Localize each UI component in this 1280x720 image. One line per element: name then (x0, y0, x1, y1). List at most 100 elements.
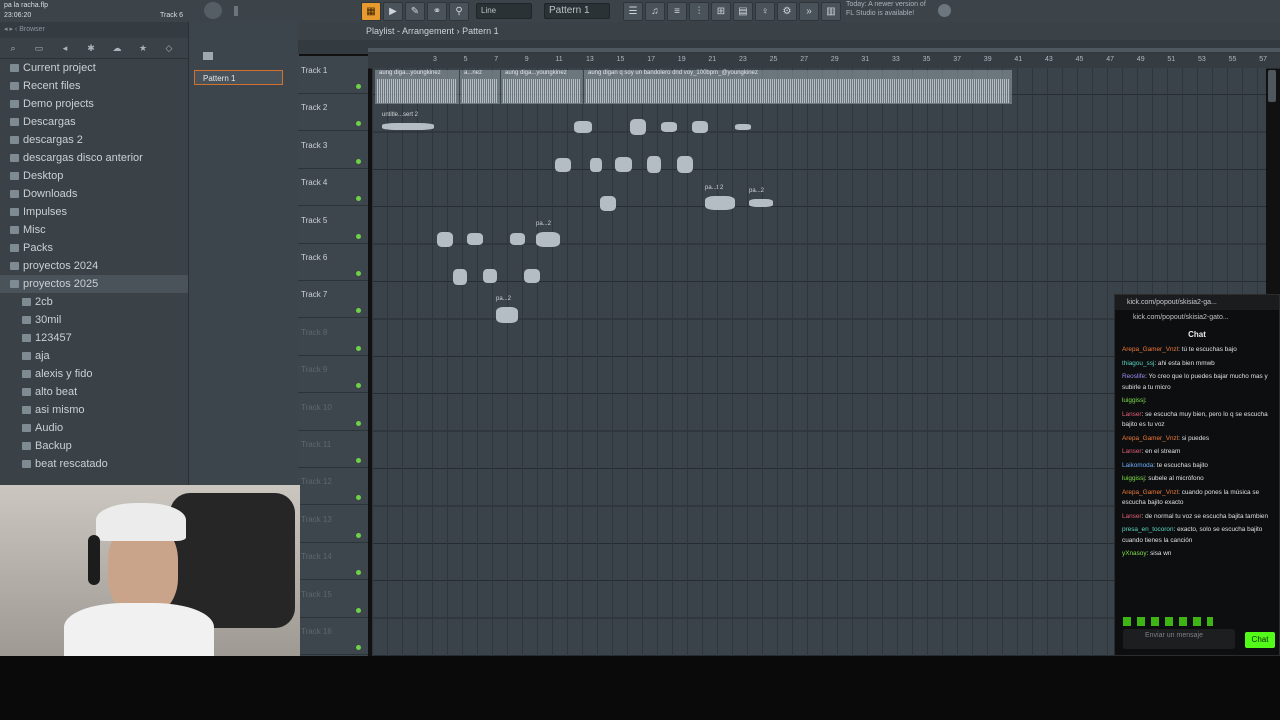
channel-rack-icon[interactable]: ≡ (667, 2, 687, 21)
piano-icon[interactable] (203, 52, 213, 60)
track-header[interactable]: Track 16 (298, 617, 368, 655)
audio-clip[interactable] (510, 233, 525, 245)
audio-clip[interactable]: aung digan q soy un bandolero dnd voy_10… (584, 70, 1012, 104)
audio-clip[interactable] (692, 121, 708, 133)
audio-clip[interactable] (453, 269, 467, 285)
track-mute-led[interactable] (356, 121, 361, 127)
mic-icon[interactable]: ♀ (755, 2, 775, 21)
browser-item[interactable]: proyectos 2025 (0, 275, 188, 293)
audio-clip[interactable]: pa...t 2 (705, 185, 735, 210)
tag-icon[interactable]: ◇ (161, 41, 177, 55)
track-mute-led[interactable] (356, 420, 361, 426)
audio-clip[interactable] (590, 158, 602, 172)
cloud-icon[interactable]: ☁ (109, 41, 125, 55)
browser-item[interactable]: 123457 (0, 329, 188, 347)
track-mute-led[interactable] (356, 532, 361, 538)
piano-roll-icon[interactable]: ♫ (645, 2, 665, 21)
track-header[interactable]: Track 6 (298, 243, 368, 281)
folder-icon[interactable]: ▭ (31, 41, 47, 55)
browser-item[interactable]: beat rescatado (0, 455, 188, 473)
news-icon[interactable]: ▥ (821, 2, 841, 21)
chat-username[interactable]: Lanser (1122, 411, 1142, 418)
play-button[interactable]: ▶ (383, 2, 403, 21)
stamp-icon[interactable]: ⚲ (449, 2, 469, 21)
track-mute-led[interactable] (356, 495, 361, 501)
track-header[interactable]: Track 5 (298, 206, 368, 244)
chat-username[interactable]: luiggissj (1122, 475, 1145, 482)
master-volume-knob[interactable] (204, 2, 222, 19)
track-header[interactable]: Track 10 (298, 393, 368, 431)
track-mute-led[interactable] (356, 84, 361, 89)
track-header[interactable]: Track 14 (298, 542, 368, 581)
chat-username[interactable]: Arepa_Gamer_Vnzl (1122, 346, 1178, 353)
track-mute-led[interactable] (356, 383, 361, 389)
track-mute-led[interactable] (356, 645, 361, 650)
browser-item[interactable]: 30mil (0, 311, 188, 329)
audio-clip[interactable] (630, 119, 646, 135)
track-header[interactable]: Track 12 (298, 467, 368, 506)
audio-clip[interactable]: aung diga...youngkinez (375, 70, 459, 104)
track-mute-led[interactable] (356, 308, 361, 314)
browser-item[interactable]: descargas disco anterior (0, 149, 188, 167)
audio-clip[interactable] (555, 158, 571, 172)
browser-item[interactable]: Current project (0, 59, 188, 77)
browser-item[interactable]: Packs (0, 239, 188, 257)
track-header[interactable]: Track 2 (298, 93, 368, 132)
audio-clip[interactable]: pa...2 (536, 221, 560, 247)
master-pitch-slider[interactable] (234, 6, 238, 16)
audio-clip[interactable] (483, 269, 497, 283)
track-mute-led[interactable] (356, 458, 361, 463)
star-icon[interactable]: ★ (135, 41, 151, 55)
browser-item[interactable]: Misc (0, 221, 188, 239)
track-header[interactable]: Track 15 (298, 580, 368, 618)
chat-username[interactable]: Arepa_Gamer_Vnzl (1122, 435, 1178, 442)
browser-item[interactable]: Audio (0, 419, 188, 437)
chat-username[interactable]: Reoslife (1122, 373, 1145, 380)
snap-mode-select[interactable]: Line (476, 3, 532, 19)
track-mute-led[interactable] (356, 233, 361, 239)
browser-item[interactable]: asi mismo (0, 401, 188, 419)
playlist-pattern[interactable]: Pattern 1 (462, 26, 499, 36)
audio-clip[interactable]: a...nez (460, 70, 500, 104)
track-mute-led[interactable] (356, 158, 361, 164)
audio-clip[interactable] (735, 124, 751, 130)
track-header[interactable]: Track 13 (298, 505, 368, 543)
chat-username[interactable]: luiggissj (1122, 397, 1145, 404)
audio-clip[interactable] (574, 121, 592, 133)
link-icon[interactable]: ⚭ (427, 2, 447, 21)
browser-item[interactable]: Impulses (0, 203, 188, 221)
browser-item[interactable]: descargas 2 (0, 131, 188, 149)
send-chat-button[interactable]: Chat (1245, 632, 1275, 648)
browser-item[interactable]: aja (0, 347, 188, 365)
vertical-scrollbar[interactable] (1268, 70, 1276, 102)
forward-icon[interactable]: » (799, 2, 819, 21)
playlist-icon[interactable]: ☰ (623, 2, 643, 21)
track-mute-led[interactable] (356, 196, 361, 202)
browser-item[interactable]: alexis y fido (0, 365, 188, 383)
emote-bar[interactable] (1123, 617, 1213, 626)
track-mute-led[interactable] (356, 570, 361, 576)
browser-item[interactable]: Backup (0, 437, 188, 455)
track-header[interactable]: Track 4 (298, 168, 368, 207)
audio-clip[interactable] (524, 269, 540, 283)
plugin-icon[interactable]: ⊞ (711, 2, 731, 21)
chat-username[interactable]: presa_en_tocoron (1122, 526, 1174, 533)
speaker-icon[interactable]: ◂ (57, 41, 73, 55)
track-mute-led[interactable] (356, 607, 361, 613)
pencil-icon[interactable]: ✎ (405, 2, 425, 21)
audio-clip[interactable]: pa...2 (496, 296, 518, 323)
chat-username[interactable]: yXnasoy (1122, 550, 1147, 557)
audio-clip[interactable]: pa...2 (749, 188, 773, 207)
track-header[interactable]: Track 3 (298, 131, 368, 169)
pattern-selector[interactable]: Pattern 1 (544, 3, 610, 19)
audio-clip[interactable] (437, 232, 453, 247)
track-header[interactable]: Track 11 (298, 430, 368, 468)
news-panel[interactable]: Today: A newer version of FL Studio is a… (846, 0, 926, 18)
audio-clip[interactable] (467, 233, 483, 245)
audio-clip[interactable] (615, 157, 632, 172)
track-mute-led[interactable] (356, 271, 361, 276)
browser-item[interactable]: Recent files (0, 77, 188, 95)
chat-username[interactable]: Arepa_Gamer_Vnzl (1122, 489, 1178, 496)
timeline-ruler[interactable]: 3 5 7 9 11 13 15 17 19 21 23 25 27 29 31 33 35 37 39 41 43 45… (368, 54, 1280, 69)
track-header[interactable]: Track 7 (298, 280, 368, 319)
